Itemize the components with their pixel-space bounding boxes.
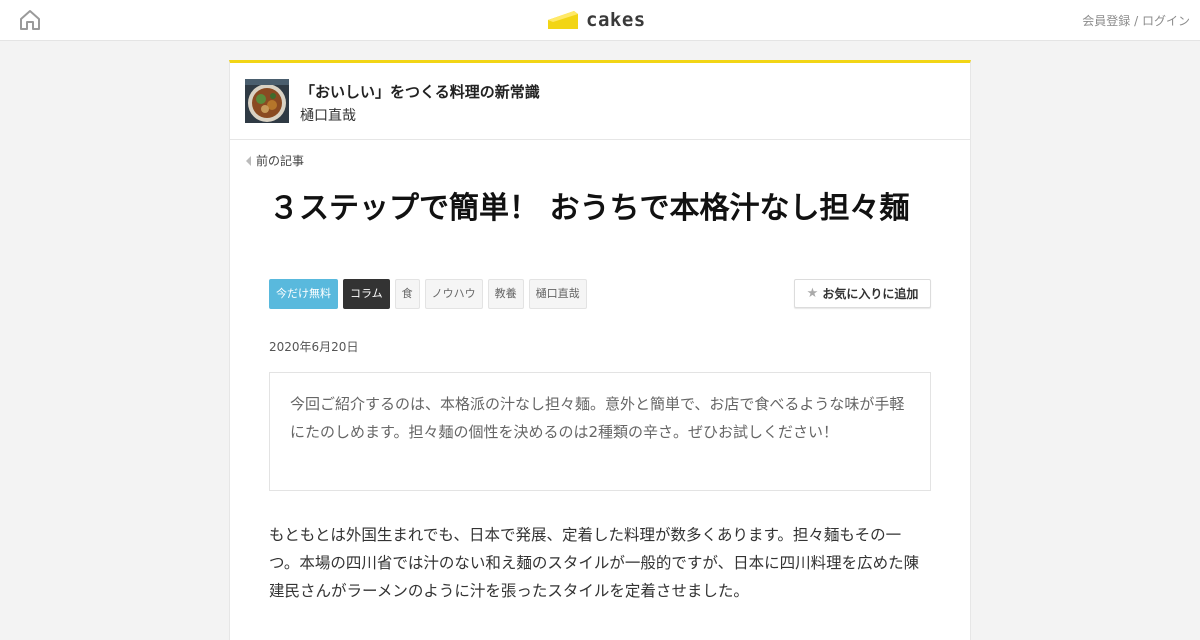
tag-knowhow[interactable]: ノウハウ xyxy=(424,279,483,309)
previous-article-link[interactable]: 前の記事 xyxy=(246,152,304,169)
top-bar: cakes 会員登録 / ログイン xyxy=(0,0,1200,41)
tag-culture[interactable]: 教養 xyxy=(487,279,524,309)
star-icon: ★ xyxy=(806,286,819,301)
brand-name: cakes xyxy=(586,9,646,31)
auth-separator: / xyxy=(1130,14,1142,28)
add-favorite-label: お気に入りに追加 xyxy=(822,287,919,301)
add-favorite-button[interactable]: ★ お気に入りに追加 xyxy=(794,279,931,308)
series-title[interactable]: 「おいしい」をつくる料理の新常識 xyxy=(300,81,540,102)
publish-date: 2020年6月20日 xyxy=(269,340,359,354)
series-thumbnail[interactable] xyxy=(245,79,289,123)
previous-article-label: 前の記事 xyxy=(256,154,305,168)
auth-links: 会員登録 / ログイン xyxy=(1082,12,1190,29)
tag-free[interactable]: 今だけ無料 xyxy=(269,279,338,309)
tag-food[interactable]: 食 xyxy=(394,279,420,309)
article-card: 「おいしい」をつくる料理の新常識 樋口直哉 前の記事 ３ステップで簡単！ おうち… xyxy=(229,60,971,640)
tag-list: 今だけ無料 コラム 食 ノウハウ 教養 樋口直哉 xyxy=(269,279,587,309)
tag-column[interactable]: コラム xyxy=(343,279,390,309)
tag-author[interactable]: 樋口直哉 xyxy=(528,279,587,309)
register-link[interactable]: 会員登録 xyxy=(1082,14,1130,28)
article-body: もともとは外国生まれでも、日本で発展、定着した料理が数多くあります。担々麺もその… xyxy=(269,526,920,600)
triangle-left-icon xyxy=(246,155,251,166)
site-logo[interactable]: cakes xyxy=(547,6,646,34)
series-header[interactable]: 「おいしい」をつくる料理の新常識 樋口直哉 xyxy=(230,63,970,140)
login-link[interactable]: ログイン xyxy=(1142,14,1190,28)
home-icon[interactable] xyxy=(18,8,42,32)
article-lead: 今回ご紹介するのは、本格派の汁なし担々麺。意外と簡単で、お店で食べるような味が手… xyxy=(269,372,931,491)
series-author[interactable]: 樋口直哉 xyxy=(300,105,356,125)
article-title: ３ステップで簡単！ おうちで本格汁なし担々麺 xyxy=(269,191,910,226)
cake-slice-icon xyxy=(548,11,578,29)
